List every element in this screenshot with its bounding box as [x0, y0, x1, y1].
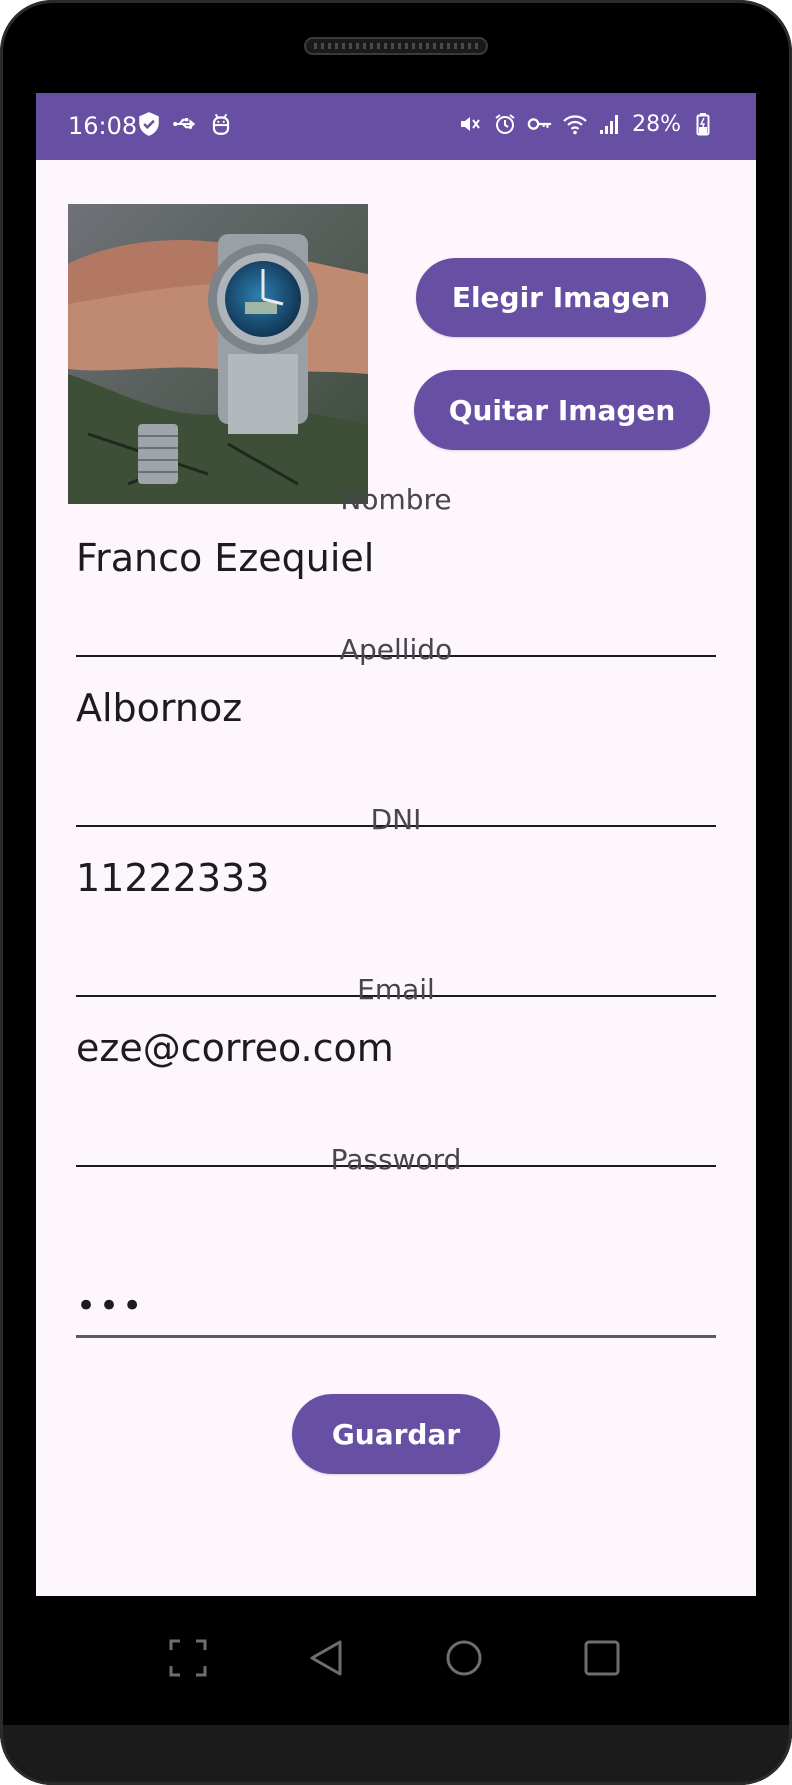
phone-frame: 16:08 28% Elegir Imagen Quitar Imagen No… [0, 0, 792, 1785]
choose-image-button[interactable]: Elegir Imagen [416, 258, 706, 337]
android-debug-icon [208, 111, 234, 137]
status-time: 16:08 [68, 112, 138, 140]
nombre-field[interactable] [76, 533, 716, 583]
mute-vibrate-icon [457, 111, 483, 137]
phone-bottom-bezel [0, 1725, 792, 1785]
app-screen: 16:08 28% Elegir Imagen Quitar Imagen No… [36, 93, 756, 1596]
alarm-icon [492, 111, 518, 137]
status-bar: 16:08 28% [36, 93, 756, 160]
recents-icon[interactable] [572, 1628, 632, 1688]
screenshot-icon[interactable] [158, 1628, 218, 1688]
earpiece-speaker [304, 37, 488, 55]
status-left-icons [136, 111, 234, 137]
profile-image [68, 204, 368, 504]
email-label: Email [357, 973, 435, 1006]
dni-label: DNI [370, 803, 422, 836]
signal-icon [597, 111, 623, 137]
vpn-key-icon [527, 111, 553, 137]
email-field[interactable] [76, 1023, 716, 1073]
status-right-icons: 28% [457, 111, 716, 137]
password-label: Password [330, 1143, 462, 1176]
dni-field[interactable] [76, 853, 716, 903]
apellido-label: Apellido [339, 633, 453, 666]
remove-image-button[interactable]: Quitar Imagen [414, 370, 710, 450]
home-icon[interactable] [434, 1628, 494, 1688]
battery-percent: 28% [632, 111, 681, 137]
apellido-field[interactable] [76, 683, 716, 733]
password-underline [76, 1335, 716, 1338]
nombre-label: Nombre [340, 483, 452, 516]
usb-icon [172, 111, 198, 137]
shield-check-icon [136, 111, 162, 137]
wifi-icon [562, 111, 588, 137]
back-icon[interactable] [296, 1628, 356, 1688]
save-button[interactable]: Guardar [292, 1394, 500, 1474]
password-field[interactable]: ••• [76, 1286, 145, 1326]
battery-charging-icon [690, 111, 716, 137]
navigation-bar [0, 1596, 792, 1725]
